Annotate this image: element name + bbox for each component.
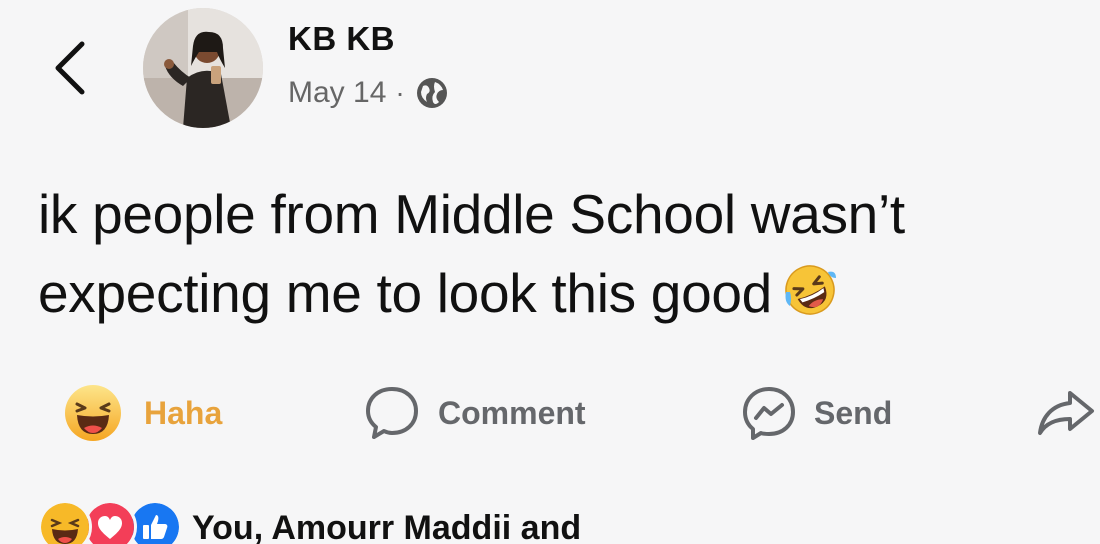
reactions-summary-text: You, Amourr Maddii and: [192, 508, 582, 544]
back-button[interactable]: [46, 38, 96, 98]
comment-label: Comment: [438, 394, 586, 431]
post-text: ik people from Middle School wasn’t expe…: [38, 175, 1078, 333]
meta-separator: ·: [395, 77, 405, 108]
post-text-line: expecting me to look this good: [38, 254, 1078, 333]
post-text-line-content: expecting me to look this good: [38, 262, 772, 324]
author-avatar[interactable]: [143, 8, 263, 128]
post-text-line: ik people from Middle School wasn’t: [38, 183, 905, 245]
rolling-laughing-emoji-icon: [782, 260, 838, 316]
post-action-bar: Haha Comment Send: [0, 378, 1100, 448]
reaction-icons: [38, 500, 184, 544]
globe-icon: [415, 76, 449, 110]
haha-reaction-button[interactable]: Haha: [62, 378, 222, 448]
reactions-summary[interactable]: You, Amourr Maddii and: [38, 498, 581, 544]
send-label: Send: [814, 394, 893, 431]
post-meta: May 14 ·: [288, 76, 449, 110]
post-date[interactable]: May 14: [288, 76, 386, 110]
haha-icon: [62, 382, 124, 444]
send-button[interactable]: Send: [740, 378, 892, 448]
author-name[interactable]: KB KB: [288, 20, 395, 58]
comment-icon: [362, 383, 422, 443]
messenger-icon: [740, 384, 798, 442]
comment-button[interactable]: Comment: [362, 378, 586, 448]
haha-label: Haha: [144, 394, 223, 431]
share-button[interactable]: [1036, 378, 1096, 448]
share-arrow-icon: [1036, 387, 1096, 439]
chevron-left-icon: [55, 41, 85, 95]
post-screen: KB KB May 14 · ik people from Middle Sch…: [0, 0, 1100, 544]
haha-icon: [38, 500, 92, 544]
avatar-photo: [143, 8, 263, 128]
